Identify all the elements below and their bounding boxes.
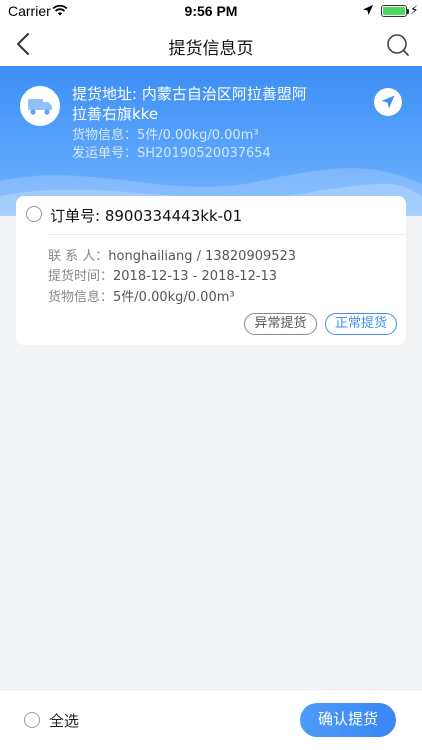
divider [48,234,406,235]
cargo-info: 货物信息：5件/0.00kg/0.00m³ [72,128,259,143]
abnormal-pickup-button[interactable]: 异常提货 [244,313,317,335]
pickup-address: 提货地址: 内蒙古自治区阿拉善盟阿拉善右旗kke [72,85,307,123]
location-arrow-icon [363,5,373,15]
pickup-time-value: 2018-12-13 - 2018-12-13 [113,269,278,284]
select-all-label[interactable]: 全选 [49,710,79,731]
order-select-radio[interactable] [26,206,42,222]
cargo-label: 货物信息： [48,290,114,305]
pickup-time-label: 提货时间： [48,269,114,284]
order-number: 订单号: 8900334443kk-01 [50,207,243,225]
charging-bolt-icon: ⚡ [410,3,419,17]
pickup-address-header: 提货地址: 内蒙古自治区阿拉善盟阿拉善右旗kke 货物信息：5件/0.00kg/… [0,66,422,216]
contact-value: honghailiang / 13820909523 [108,249,297,264]
order-card: 订单号: 8900334443kk-01 联 系 人：honghailiang … [16,196,406,345]
select-all-radio[interactable] [24,712,40,728]
contact-row: 联 系 人：honghailiang / 13820909523 [48,245,296,264]
pickup-time-row: 提货时间：2018-12-13 - 2018-12-13 [48,265,277,284]
battery-icon [381,5,407,17]
truck-icon [28,99,52,115]
search-icon[interactable] [384,31,412,59]
normal-pickup-button[interactable]: 正常提货 [325,313,397,335]
status-bar: Carrier 9:56 PM ⚡ [0,0,422,22]
clock: 9:56 PM [184,3,238,19]
battery-tip [407,9,409,14]
navigate-button[interactable] [374,88,402,116]
truck-badge [20,86,60,126]
navigation-arrow-icon [381,95,395,109]
confirm-pickup-button[interactable]: 确认提货 [300,703,396,737]
navigation-bar: 提货信息页 [0,22,422,66]
order-card-header: 订单号: 8900334443kk-01 [16,196,406,234]
cargo-row: 货物信息：5件/0.00kg/0.00m³ [48,286,235,305]
shipment-number: 发运单号：SH20190520037654 [72,146,271,161]
contact-label: 联 系 人： [48,249,109,264]
page-title: 提货信息页 [168,39,254,59]
cargo-value: 5件/0.00kg/0.00m³ [113,290,235,305]
bottom-action-bar: 全选 确认提货 [0,689,422,750]
